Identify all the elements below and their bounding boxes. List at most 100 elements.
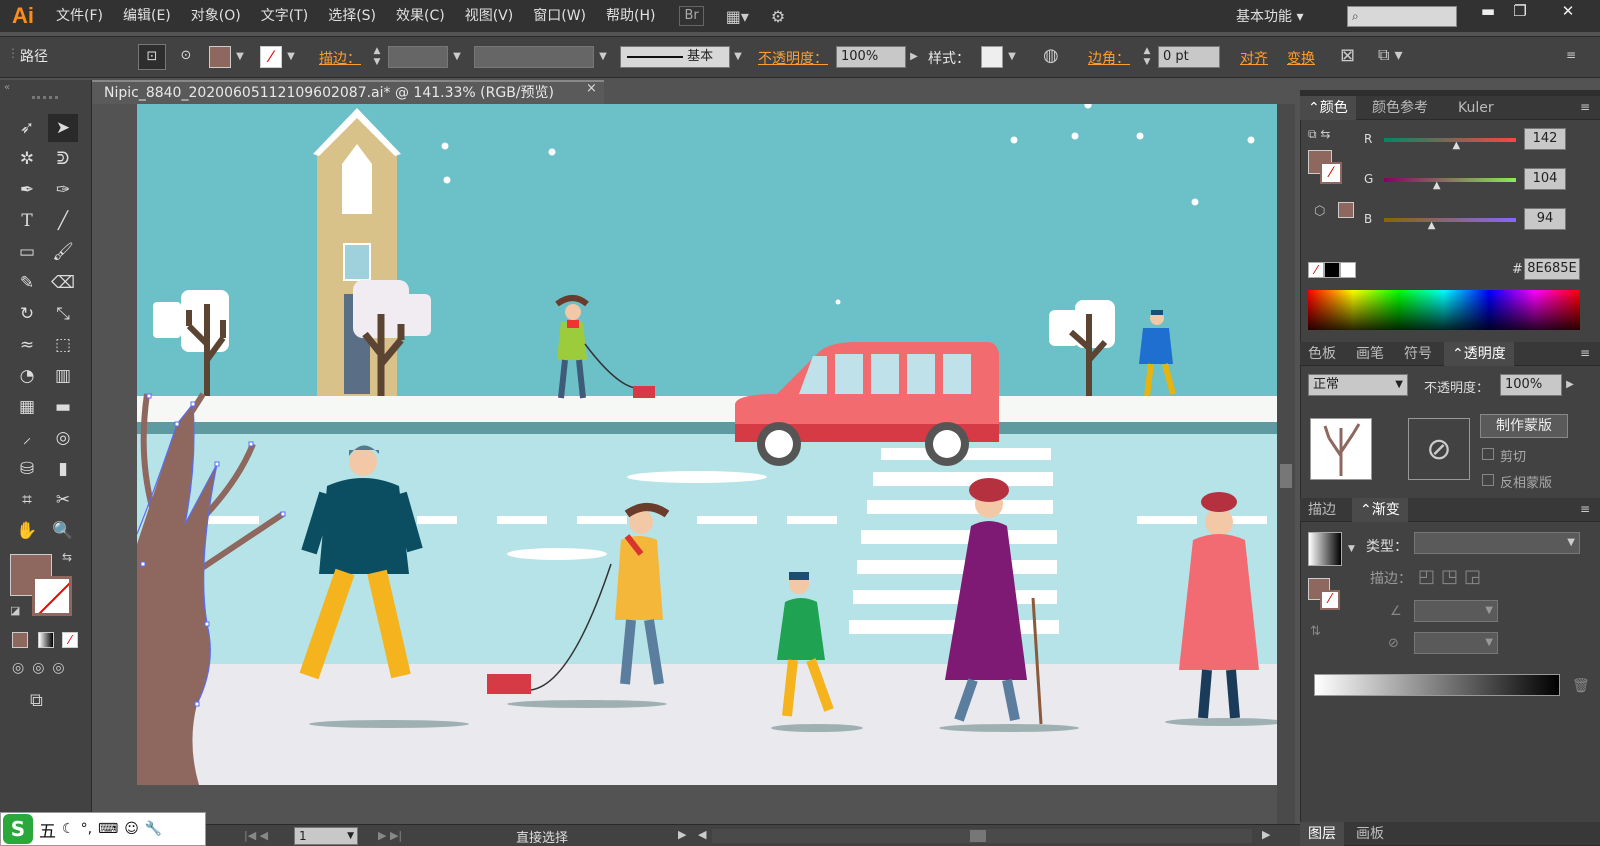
fill-dropdown-arrow[interactable]: ▼	[232, 46, 248, 68]
bridge-button[interactable]: Br	[679, 6, 704, 26]
gradient-menu-icon[interactable]: ≡	[1580, 502, 1590, 516]
control-menu-icon[interactable]: ≡	[1566, 48, 1576, 62]
isolate-icon[interactable]: ⧉ ▾	[1378, 45, 1403, 65]
r-slider[interactable]	[1384, 138, 1516, 142]
hex-input[interactable]: 8E685E	[1524, 258, 1580, 280]
tab-gradient[interactable]: ⌃渐变	[1352, 498, 1408, 522]
reverse-gradient-icon[interactable]: ⇅	[1310, 624, 1321, 639]
transparency-opacity-arrow[interactable]: ▶	[1562, 374, 1578, 396]
screen-mode-icon[interactable]: ⧉	[30, 690, 43, 711]
gradient-tool-icon[interactable]: ▬	[48, 393, 78, 421]
curvature-tool-icon[interactable]: ✑	[48, 176, 78, 204]
isolate-group-icon[interactable]: ⊡	[138, 44, 166, 70]
menu-object[interactable]: 对象(O)	[181, 0, 251, 32]
pencil-tool-icon[interactable]: ✎	[12, 269, 42, 297]
menu-effect[interactable]: 效果(C)	[386, 0, 455, 32]
variable-width-profile[interactable]	[474, 46, 594, 68]
color-stroke-swatch[interactable]: ⁄	[1320, 162, 1342, 184]
none-mode-icon[interactable]: ⁄	[62, 632, 78, 648]
clip-checkbox[interactable]	[1482, 448, 1494, 460]
search-input[interactable]: ⌕	[1347, 6, 1457, 27]
brush-definition[interactable]: 基本	[620, 46, 730, 68]
symbol-sprayer-tool-icon[interactable]: ⛁	[12, 455, 42, 483]
menu-file[interactable]: 文件(F)	[46, 0, 113, 32]
scroll-right-arrow[interactable]: ▶	[1262, 828, 1270, 841]
g-slider[interactable]	[1384, 178, 1516, 182]
gpu-performance-icon[interactable]: ⚙	[771, 7, 785, 26]
g-input[interactable]: 104	[1524, 168, 1566, 190]
opacity-label[interactable]: 不透明度：	[758, 48, 828, 68]
menu-select[interactable]: 选择(S)	[318, 0, 386, 32]
menu-edit[interactable]: 编辑(E)	[113, 0, 181, 32]
stroke-weight-dropdown[interactable]: ▼	[449, 46, 465, 68]
color-spectrum[interactable]	[1308, 290, 1580, 330]
gradient-slider-bar[interactable]	[1314, 674, 1560, 696]
page-number-input[interactable]: 1 ▼	[294, 827, 358, 845]
out-of-web-icon[interactable]: ⬡	[1314, 204, 1325, 219]
gradient-type-select[interactable]: ▼	[1414, 532, 1580, 554]
scroll-left-arrow[interactable]: ◀	[698, 828, 706, 841]
hand-tool-icon[interactable]: ✋	[12, 517, 42, 545]
tab-kuler[interactable]: Kuler	[1450, 96, 1502, 120]
graph-tool-icon[interactable]: ▮	[48, 455, 78, 483]
opacity-arrow[interactable]: ▶	[906, 46, 922, 68]
status-menu-arrow[interactable]: ▶	[678, 828, 686, 841]
tab-color[interactable]: ⌃颜色	[1300, 96, 1356, 120]
corner-input[interactable]: 0 pt	[1158, 46, 1220, 68]
zoom-tool-icon[interactable]: 🔍	[48, 517, 78, 545]
gradient-angle-input[interactable]: ▼	[1414, 600, 1498, 622]
anchor-icon[interactable]: ⊙	[172, 44, 200, 70]
align-link[interactable]: 对齐	[1240, 48, 1268, 68]
rotate-tool-icon[interactable]: ↻	[12, 300, 42, 328]
menu-view[interactable]: 视图(V)	[455, 0, 524, 32]
recolor-artwork-icon[interactable]: ◍	[1043, 45, 1059, 66]
swap-colors-icon[interactable]: ⇆	[62, 550, 72, 564]
width-tool-icon[interactable]: ≈	[12, 331, 42, 359]
gradient-stroke-swatch[interactable]: ⁄	[1320, 590, 1340, 610]
stroke-weight-stepper[interactable]: ▲ ▼	[370, 46, 384, 68]
none-color-swatch[interactable]: ⁄	[1308, 262, 1324, 278]
gradient-mode-icon[interactable]	[38, 632, 54, 648]
web-safe-color-swatch[interactable]	[1338, 202, 1354, 218]
menu-type[interactable]: 文字(T)	[251, 0, 318, 32]
b-slider-thumb[interactable]: ▲	[1428, 220, 1436, 231]
eraser-tool-icon[interactable]: ⌫	[48, 269, 78, 297]
h-scroll-thumb[interactable]	[970, 830, 986, 842]
stroke-weight-field[interactable]	[388, 46, 448, 68]
select-similar-icon[interactable]: ⊠	[1340, 45, 1355, 66]
magic-wand-tool-icon[interactable]: ✲	[12, 145, 42, 173]
tab-stroke[interactable]: 描边	[1300, 498, 1344, 522]
delete-stop-icon[interactable]: 🗑	[1572, 678, 1590, 694]
menu-window[interactable]: 窗口(W)	[523, 0, 596, 32]
invert-mask-checkbox[interactable]	[1482, 474, 1494, 486]
keyboard-icon[interactable]: ⌨	[98, 821, 118, 837]
paintbrush-tool-icon[interactable]: 🖌	[48, 238, 78, 266]
free-transform-tool-icon[interactable]: ⬚	[48, 331, 78, 359]
scroll-thumb[interactable]	[1280, 464, 1292, 488]
arrange-documents-icon[interactable]: ▦▾	[726, 7, 749, 26]
collapse-icon[interactable]: «	[4, 82, 10, 93]
graphic-style-swatch[interactable]	[981, 46, 1003, 68]
moon-icon[interactable]: ☾	[62, 821, 75, 837]
b-slider[interactable]	[1384, 218, 1516, 222]
make-mask-button[interactable]: 制作蒙版	[1480, 414, 1568, 438]
menu-help[interactable]: 帮助(H)	[596, 0, 665, 32]
gradient-stroke-mode-icons[interactable]: ◰◳◲	[1418, 566, 1487, 587]
wrench-icon[interactable]: 🔧	[145, 821, 162, 837]
direct-selection-tool-icon[interactable]: ➤	[48, 114, 78, 142]
opacity-input[interactable]: 100%	[836, 46, 906, 68]
g-slider-thumb[interactable]: ▲	[1433, 180, 1441, 191]
punctuation-icon[interactable]: °,	[81, 821, 92, 837]
scale-tool-icon[interactable]: ⤡	[48, 300, 78, 328]
blend-tool-icon[interactable]: ◎	[48, 424, 78, 452]
corner-stepper[interactable]: ▲ ▼	[1140, 46, 1154, 68]
tab-symbols[interactable]: 符号	[1396, 342, 1440, 366]
tab-layers[interactable]: 图层	[1300, 822, 1344, 846]
rectangle-tool-icon[interactable]: ▭	[12, 238, 42, 266]
blend-mode-select[interactable]: 正常 ▼	[1308, 374, 1408, 396]
restore-button[interactable]: ❐	[1500, 0, 1540, 24]
stroke-dropdown-arrow[interactable]: ▼	[283, 46, 299, 68]
white-swatch[interactable]	[1340, 262, 1356, 278]
gradient-preview-arrow[interactable]: ▼	[1348, 544, 1355, 554]
transparency-menu-icon[interactable]: ≡	[1580, 346, 1590, 360]
